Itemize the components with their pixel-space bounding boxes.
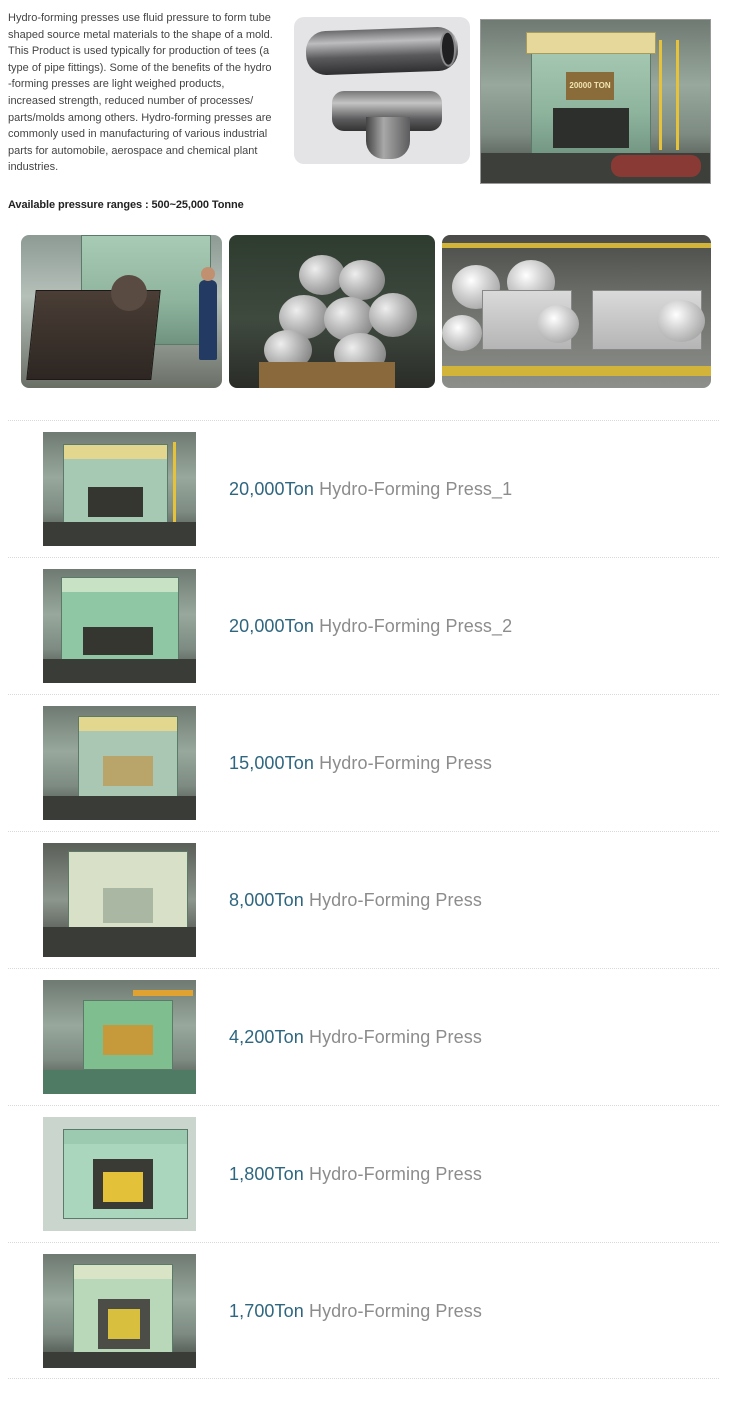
formed-parts-photo <box>442 235 711 388</box>
product-thumbnail[interactable] <box>43 706 196 820</box>
intro-line: -forming presses are light weighed produ… <box>8 78 225 91</box>
intro-line: commonly used in manufacturing of variou… <box>8 128 268 141</box>
product-name: Hydro-Forming Press <box>308 1027 482 1047</box>
product-list: 20,000Ton Hydro-Forming Press_1 20,000To… <box>8 420 719 1379</box>
tonnage-label: 20,000Ton <box>229 616 314 636</box>
list-item[interactable]: 15,000Ton Hydro-Forming Press <box>8 694 719 831</box>
mold-loading-photo <box>21 235 222 388</box>
press-overview-photo: 20000 TON <box>480 19 711 184</box>
intro-line: This Product is used typically for produ… <box>8 45 270 58</box>
list-item[interactable]: 1,700Ton Hydro-Forming Press <box>8 1242 719 1379</box>
intro-line: shaped source metal materials to the sha… <box>8 28 273 41</box>
product-name: Hydro-Forming Press <box>319 753 493 773</box>
list-item[interactable]: 4,200Ton Hydro-Forming Press <box>8 968 719 1105</box>
intro-line: parts/molds among others. Hydro-forming … <box>8 111 272 124</box>
tonnage-label: 20,000Ton <box>229 479 314 499</box>
product-title-link[interactable]: 4,200Ton Hydro-Forming Press <box>229 1027 482 1048</box>
intro-line: parts for automobile, aerospace and chem… <box>8 144 258 157</box>
product-thumbnail[interactable] <box>43 1254 196 1368</box>
list-item[interactable]: 8,000Ton Hydro-Forming Press <box>8 831 719 968</box>
product-title-link[interactable]: 20,000Ton Hydro-Forming Press_1 <box>229 479 512 500</box>
intro-line: industries. <box>8 161 59 174</box>
product-thumbnail[interactable] <box>43 980 196 1094</box>
intro-line: type of pipe fittings). Some of the bene… <box>8 61 272 74</box>
tonnage-label: 1,700Ton <box>229 1301 304 1321</box>
product-name: Hydro-Forming Press <box>308 1164 482 1184</box>
tonnage-label: 15,000Ton <box>229 753 314 773</box>
product-name: Hydro-Forming Press <box>308 890 482 910</box>
product-title-link[interactable]: 1,800Ton Hydro-Forming Press <box>229 1164 482 1185</box>
product-title-link[interactable]: 15,000Ton Hydro-Forming Press <box>229 753 492 774</box>
intro-line: increased strength, reduced number of pr… <box>8 94 254 107</box>
product-thumbnail[interactable] <box>43 843 196 957</box>
pipe-samples-photo <box>294 17 470 164</box>
product-name: Hydro-Forming Press_1 <box>319 479 513 499</box>
product-name: Hydro-Forming Press_2 <box>319 616 513 636</box>
product-title-link[interactable]: 20,000Ton Hydro-Forming Press_2 <box>229 616 512 637</box>
intro-line: Hydro-forming presses use fluid pressure… <box>8 12 271 24</box>
product-thumbnail[interactable] <box>43 432 196 546</box>
list-item[interactable]: 20,000Ton Hydro-Forming Press_2 <box>8 557 719 694</box>
press-sign: 20000 TON <box>566 72 614 100</box>
intro-description: Hydro-forming presses use fluid pressure… <box>8 10 280 176</box>
product-title-link[interactable]: 8,000Ton Hydro-Forming Press <box>229 890 482 911</box>
product-thumbnail[interactable] <box>43 569 196 683</box>
tube-blank-image <box>305 26 459 76</box>
product-title-link[interactable]: 1,700Ton Hydro-Forming Press <box>229 1301 482 1322</box>
product-name: Hydro-Forming Press <box>308 1301 482 1321</box>
list-item[interactable]: 20,000Ton Hydro-Forming Press_1 <box>8 420 719 557</box>
tonnage-label: 4,200Ton <box>229 1027 304 1047</box>
pressure-range-label: Available pressure ranges : 500~25,000 T… <box>8 199 244 211</box>
product-thumbnail[interactable] <box>43 1117 196 1231</box>
tonnage-label: 8,000Ton <box>229 890 304 910</box>
list-item[interactable]: 1,800Ton Hydro-Forming Press <box>8 1105 719 1242</box>
tonnage-label: 1,800Ton <box>229 1164 304 1184</box>
tee-fittings-photo <box>229 235 435 388</box>
